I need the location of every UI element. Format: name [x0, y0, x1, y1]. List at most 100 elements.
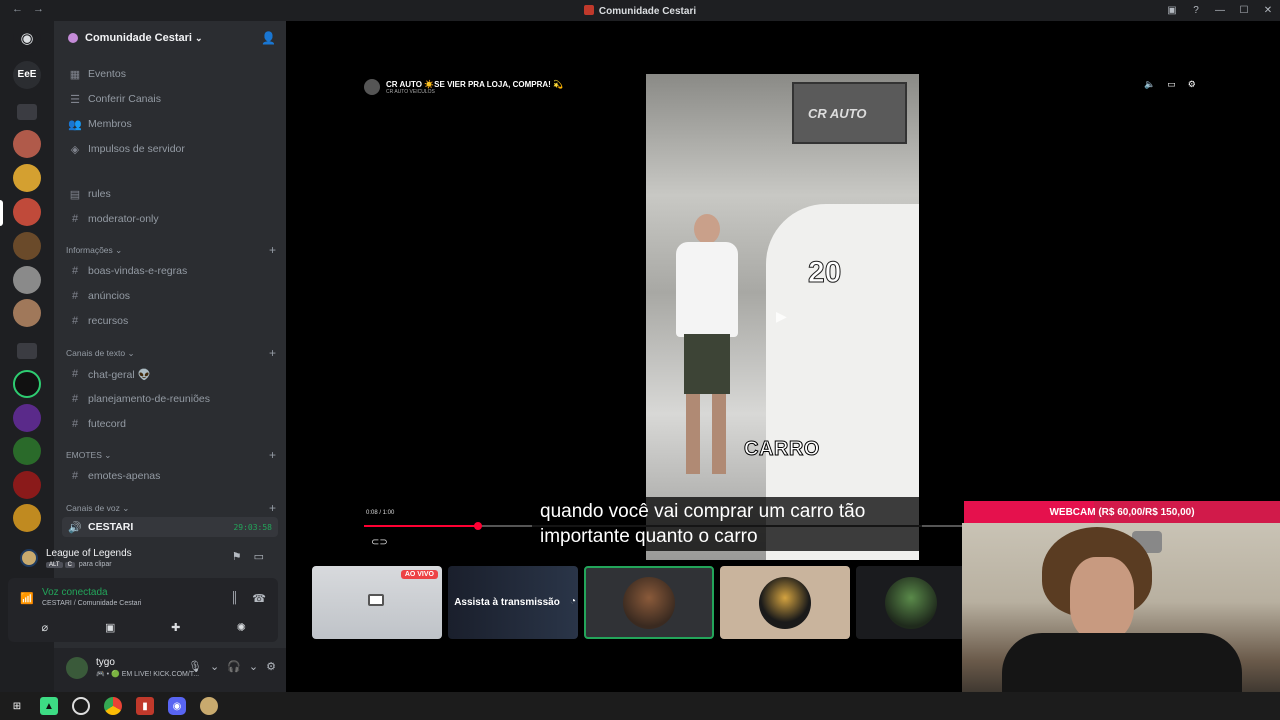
members-icon: 👥	[68, 118, 82, 131]
voice-status[interactable]: Voz conectada	[42, 587, 108, 598]
chevron-down-icon[interactable]: ⌄	[249, 660, 258, 673]
app-red-icon[interactable]: ▮	[136, 697, 154, 715]
android-studio-icon[interactable]: ▲	[40, 697, 58, 715]
store-sign: CR AUTO	[792, 82, 907, 144]
voice-connection-panel: 📶 Voz conectada CESTARI / Comunidade Ces…	[8, 578, 278, 642]
league-of-legends-icon	[20, 549, 38, 567]
channel-emotes-apenas[interactable]: # emotes-apenas	[62, 465, 278, 487]
invite-to-activity-icon[interactable]: ⚑	[232, 550, 242, 563]
play-icon[interactable]: ▶	[776, 308, 787, 325]
progress-knob[interactable]	[474, 522, 482, 530]
add-channel-icon[interactable]: +	[269, 448, 276, 462]
soundboard-button[interactable]: ✺	[213, 618, 269, 636]
channel-recursos[interactable]: # recursos	[62, 310, 278, 332]
guild-avatar-8[interactable]	[13, 471, 41, 499]
tile-participant[interactable]	[720, 566, 850, 639]
obs-icon[interactable]	[72, 697, 90, 715]
activity-panel: League of Legends ALT C para clipar ⚑ ▭	[8, 540, 278, 576]
camera-off-button[interactable]: ⌀	[17, 618, 73, 636]
channel-moderator-only[interactable]: # moderator-only	[62, 208, 278, 230]
guild-avatar-6[interactable]	[13, 299, 41, 327]
hash-icon: #	[71, 393, 79, 405]
add-channel-icon[interactable]: +	[269, 501, 276, 515]
help-icon[interactable]: ?	[1184, 5, 1208, 16]
windows-start-icon[interactable]: ⊞	[8, 697, 26, 715]
folder-icon[interactable]	[17, 104, 37, 120]
guild-vs-icon[interactable]	[13, 437, 41, 465]
add-channel-icon[interactable]: +	[269, 346, 276, 360]
avatar[interactable]	[66, 657, 88, 679]
noise-suppression-icon[interactable]: ║	[231, 592, 239, 605]
guild-avatar-1[interactable]	[13, 130, 41, 158]
headphones-icon[interactable]: 🎧	[227, 660, 241, 673]
channel-futecord[interactable]: # futecord	[62, 413, 278, 435]
server-badge-icon	[68, 33, 78, 43]
guild-avatar-9[interactable]	[13, 504, 41, 532]
chrome-icon[interactable]	[104, 697, 122, 715]
nav-membros[interactable]: 👥 Membros	[62, 113, 278, 135]
channel-chat-geral[interactable]: # chat-geral 👽	[62, 363, 278, 385]
calendar-icon: ▦	[69, 68, 81, 81]
close-button[interactable]: ✕	[1256, 5, 1280, 16]
channel-planejamento[interactable]: # planejamento-de-reuniões	[62, 388, 278, 410]
volume-icon[interactable]: 🔈	[1144, 79, 1155, 90]
stream-game-icon[interactable]: ▭	[254, 550, 264, 563]
link-icon[interactable]: ⊂⊃	[371, 537, 388, 548]
username[interactable]: tygo	[96, 657, 115, 668]
tile-participant[interactable]	[856, 566, 966, 639]
folder-icon[interactable]	[17, 343, 37, 359]
guild-avatar-7[interactable]	[13, 404, 41, 432]
streamer-face	[1070, 557, 1134, 641]
activity-hint: ALT C para clipar	[46, 561, 132, 568]
tile-watch-stream[interactable]: Assista à transmissão ◔	[448, 566, 578, 639]
guild-avatar-5[interactable]	[13, 266, 41, 294]
chevron-down-icon[interactable]: ⌄	[210, 660, 219, 673]
user-panel: tygo 🎮 • 🟢 EM LIVE! KICK.COM/T... 🎙 ⌄ 🎧 …	[54, 648, 286, 692]
voice-channel-cestari[interactable]: 🔊 CESTARI 29:03:58	[62, 517, 278, 537]
tile-stream-preview[interactable]: AO VIVO	[312, 566, 442, 639]
nav-eventos[interactable]: ▦ Eventos	[62, 63, 278, 85]
server-icon	[583, 4, 594, 15]
hash-icon: #	[71, 418, 79, 430]
video-caption: CARRO	[744, 438, 820, 461]
guild-avatar-3[interactable]	[13, 198, 41, 226]
nav-conferir-canais[interactable]: ☰ Conferir Canais	[62, 88, 278, 110]
category-canais-de-voz[interactable]: Canais de voz ⌄ +	[66, 500, 276, 516]
category-informacoes[interactable]: Informações ⌄ +	[66, 242, 276, 258]
guild-avatar-4[interactable]	[13, 232, 41, 260]
league-taskbar-icon[interactable]	[200, 697, 218, 715]
settings-gear-icon[interactable]: ⚙	[266, 660, 276, 673]
channel-rules[interactable]: ▤ rules	[62, 183, 278, 205]
invite-people-icon[interactable]: 👤	[261, 31, 276, 45]
guild-eee[interactable]: EeE	[13, 61, 41, 89]
category-emotes[interactable]: EMOTES ⌄ +	[66, 447, 276, 463]
nav-impulsos[interactable]: ◈ Impulsos de servidor	[62, 138, 278, 160]
server-header[interactable]: Comunidade Cestari ⌄ 👤	[54, 21, 286, 55]
voice-location[interactable]: CESTARI / Comunidade Cestari	[42, 600, 141, 607]
disconnect-icon[interactable]: ☎	[252, 592, 266, 605]
inbox-icon[interactable]: ▣	[1160, 5, 1184, 16]
tile-participant-speaking[interactable]	[584, 566, 714, 639]
minimize-button[interactable]: —	[1208, 5, 1232, 16]
hash-icon: #	[71, 213, 79, 225]
category-canais-de-texto[interactable]: Canais de texto ⌄ +	[66, 345, 276, 361]
screen-share-button[interactable]: ▣	[82, 618, 138, 636]
add-channel-icon[interactable]: +	[269, 243, 276, 257]
windows-taskbar: ⊞ ▲ ▮ ◉	[0, 692, 1280, 720]
video-subtitle: quando você vai comprar um carro tão imp…	[532, 497, 922, 551]
guild-avatar-2[interactable]	[13, 164, 41, 192]
channel-boas-vindas[interactable]: # boas-vindas-e-regras	[62, 260, 278, 282]
hash-icon: #	[71, 368, 79, 380]
webcam-feed	[962, 523, 1280, 720]
guild-fc-icon[interactable]	[13, 370, 41, 398]
channel-avatar	[364, 79, 380, 95]
microphone-icon[interactable]: 🎙	[188, 660, 202, 673]
discord-taskbar-icon[interactable]: ◉	[168, 697, 186, 715]
settings-gear-icon[interactable]: ⚙	[1188, 79, 1196, 90]
activities-button[interactable]: ✚	[148, 618, 204, 636]
maximize-button[interactable]: ☐	[1232, 5, 1256, 16]
channel-anuncios[interactable]: # anúncios	[62, 285, 278, 307]
video-channel-info[interactable]: CR AUTO ☀️SE VIER PRA LOJA, COMPRA! 💫 CR…	[364, 79, 563, 95]
captions-icon[interactable]: ▭	[1167, 79, 1176, 90]
discord-home-icon[interactable]: ◉	[13, 25, 41, 53]
